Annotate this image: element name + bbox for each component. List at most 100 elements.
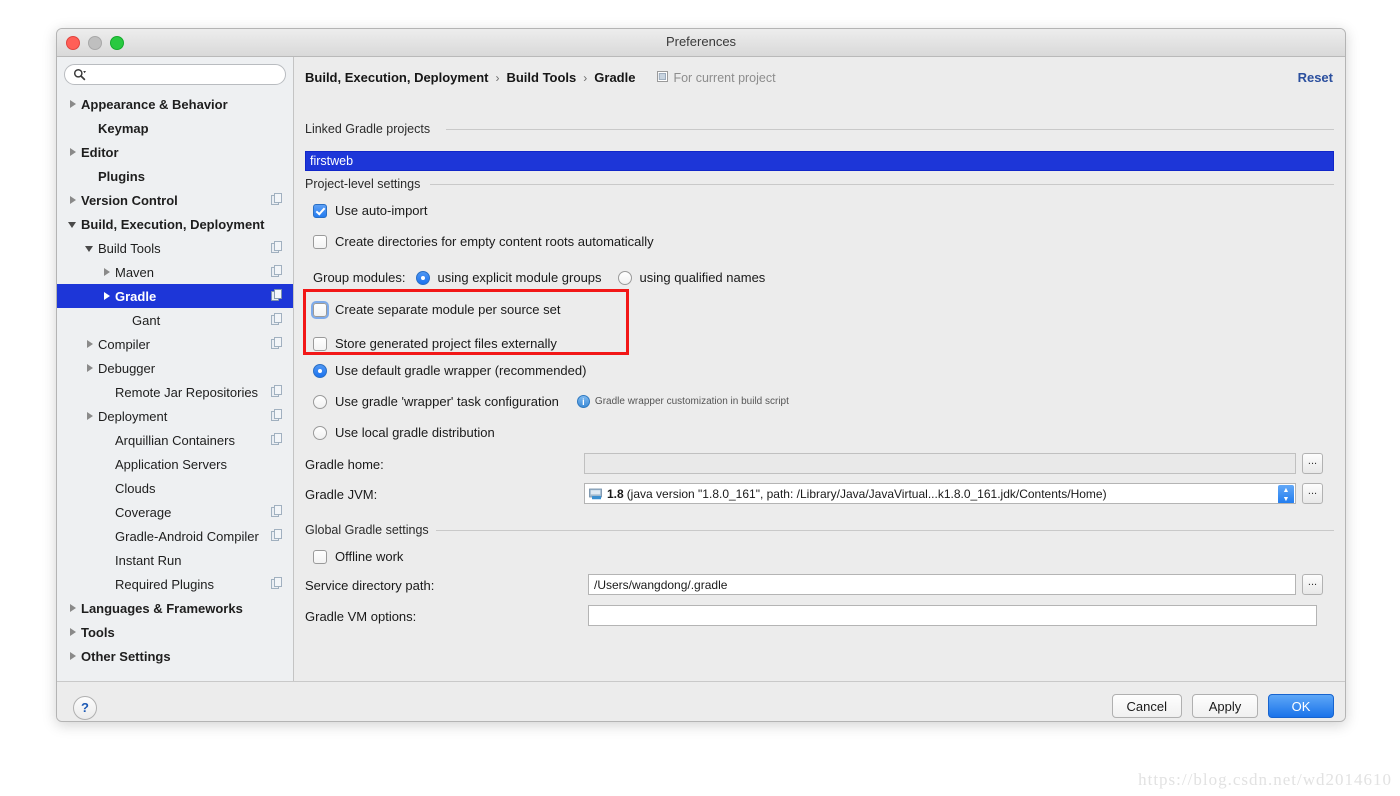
chevron-down-icon[interactable] [67, 218, 79, 230]
sidebar-item-plugins[interactable]: Plugins [57, 164, 293, 188]
breadcrumb-segment-0[interactable]: Build, Execution, Deployment [305, 70, 488, 85]
radio-dot[interactable] [617, 270, 632, 285]
checkbox-box[interactable] [313, 549, 327, 564]
checkbox-store-generated-externally[interactable]: Store generated project files externally [313, 336, 557, 351]
gradle-home-browse-button[interactable]: ... [1302, 453, 1323, 474]
gradle-home-label: Gradle home: [305, 457, 384, 472]
sidebar-item-gradle[interactable]: Gradle [57, 284, 293, 308]
chevron-right-icon[interactable] [67, 98, 79, 110]
chevron-down-icon[interactable] [84, 242, 96, 254]
checkbox-create-directories[interactable]: Create directories for empty content roo… [313, 234, 654, 249]
chevron-right-icon[interactable] [101, 290, 113, 302]
radio-dot[interactable] [313, 394, 327, 409]
radio-label: Use default gradle wrapper (recommended) [335, 363, 587, 378]
service-directory-browse-button[interactable]: ... [1302, 574, 1323, 595]
radio-use-wrapper-task-configuration[interactable]: Use gradle 'wrapper' task configuration … [313, 394, 789, 409]
sidebar-item-deployment[interactable]: Deployment [57, 404, 293, 428]
chevron-right-icon[interactable] [84, 410, 96, 422]
sidebar-item-remote-jar-repositories[interactable]: Remote Jar Repositories [57, 380, 293, 404]
help-button[interactable]: ? [73, 696, 97, 720]
radio-dot[interactable] [313, 425, 327, 440]
chevron-right-icon[interactable] [84, 362, 96, 374]
sidebar-item-maven[interactable]: Maven [57, 260, 293, 284]
checkbox-create-separate-module[interactable]: Create separate module per source set [313, 302, 560, 317]
sidebar-item-label: Build Tools [98, 240, 161, 256]
copy-settings-icon [271, 265, 283, 278]
jdk-icon [589, 487, 603, 500]
search-icon [73, 68, 86, 81]
breadcrumb-segment-1[interactable]: Build Tools [506, 70, 576, 85]
sidebar-item-clouds[interactable]: Clouds [57, 476, 293, 500]
chevron-right-icon[interactable] [67, 602, 79, 614]
breadcrumb-separator: › [495, 70, 500, 85]
gradle-jvm-browse-button[interactable]: ... [1302, 483, 1323, 504]
radio-dot[interactable] [415, 270, 430, 285]
sidebar-item-tools[interactable]: Tools [57, 620, 293, 644]
chevron-right-icon[interactable] [67, 650, 79, 662]
sidebar-item-version-control[interactable]: Version Control [57, 188, 293, 212]
sidebar-item-appearance-behavior[interactable]: Appearance & Behavior [57, 92, 293, 116]
cancel-button[interactable]: Cancel [1111, 694, 1182, 718]
checkbox-box[interactable] [313, 336, 327, 351]
radio-use-local-gradle-distribution[interactable]: Use local gradle distribution [313, 425, 495, 440]
section-divider [446, 129, 1334, 130]
gradle-home-input[interactable] [584, 453, 1296, 474]
sidebar-item-build-tools[interactable]: Build Tools [57, 236, 293, 260]
search-input[interactable] [89, 67, 277, 82]
radio-label: using qualified names [639, 270, 766, 285]
sidebar-item-keymap[interactable]: Keymap [57, 116, 293, 140]
linked-projects-list[interactable]: firstweb [305, 151, 1334, 171]
settings-content: Build, Execution, Deployment › Build Too… [294, 57, 1345, 681]
search-box[interactable] [64, 64, 286, 85]
breadcrumb-segment-2[interactable]: Gradle [594, 70, 635, 85]
checkbox-box[interactable] [313, 203, 327, 218]
chevron-right-icon[interactable] [67, 194, 79, 206]
reset-link[interactable]: Reset [1298, 70, 1333, 85]
sidebar-item-gant[interactable]: Gant [57, 308, 293, 332]
service-directory-input[interactable]: /Users/wangdong/.gradle [588, 574, 1296, 595]
list-item[interactable]: firstweb [306, 152, 1333, 168]
chevron-updown-icon[interactable]: ▲ ▼ [1278, 485, 1294, 503]
sidebar-item-coverage[interactable]: Coverage [57, 500, 293, 524]
apply-button[interactable]: Apply [1192, 694, 1258, 718]
checkbox-box[interactable] [313, 302, 327, 317]
gradle-jvm-select[interactable]: 1.8 (java version "1.8.0_161", path: /Li… [584, 483, 1296, 504]
sidebar-item-other-settings[interactable]: Other Settings [57, 644, 293, 668]
settings-sidebar: Appearance & Behavior Keymap Editor Plugins… [57, 57, 294, 681]
sidebar-item-arquillian-containers[interactable]: Arquillian Containers [57, 428, 293, 452]
service-directory-label: Service directory path: [305, 578, 435, 593]
sidebar-item-application-servers[interactable]: Application Servers [57, 452, 293, 476]
radio-dot[interactable] [313, 363, 327, 378]
chevron-right-icon[interactable] [67, 626, 79, 638]
ok-button[interactable]: OK [1268, 694, 1334, 718]
info-icon: i [576, 395, 590, 408]
section-project-level-title: Project-level settings [305, 177, 428, 191]
sidebar-item-compiler[interactable]: Compiler [57, 332, 293, 356]
sidebar-item-gradle-android-compiler[interactable]: Gradle-Android Compiler [57, 524, 293, 548]
checkbox-box[interactable] [313, 234, 327, 249]
checkbox-offline-work[interactable]: Offline work [313, 549, 403, 564]
window-title: Preferences [665, 34, 737, 49]
checkbox-use-auto-import[interactable]: Use auto-import [313, 203, 427, 218]
sidebar-item-build-execution-deployment[interactable]: Build, Execution, Deployment [57, 212, 293, 236]
radio-use-default-gradle-wrapper[interactable]: Use default gradle wrapper (recommended) [313, 363, 586, 378]
chevron-right-icon[interactable] [67, 146, 79, 158]
sidebar-item-label: Compiler [98, 336, 151, 352]
vm-options-input[interactable] [588, 605, 1317, 626]
chevron-right-icon[interactable] [84, 338, 96, 350]
radio-using-qualified-names[interactable]: using qualified names [617, 270, 766, 285]
radio-label: Use local gradle distribution [335, 425, 495, 440]
radio-using-explicit-module-groups[interactable]: using explicit module groups [415, 270, 602, 285]
sidebar-item-label: Application Servers [115, 456, 227, 472]
chevron-right-icon[interactable] [101, 266, 113, 278]
sidebar-item-languages-frameworks[interactable]: Languages & Frameworks [57, 596, 293, 620]
sidebar-item-editor[interactable]: Editor [57, 140, 293, 164]
sidebar-item-debugger[interactable]: Debugger [57, 356, 293, 380]
copy-settings-icon [271, 313, 283, 326]
sidebar-item-required-plugins[interactable]: Required Plugins [57, 572, 293, 596]
sidebar-item-instant-run[interactable]: Instant Run [57, 548, 293, 572]
